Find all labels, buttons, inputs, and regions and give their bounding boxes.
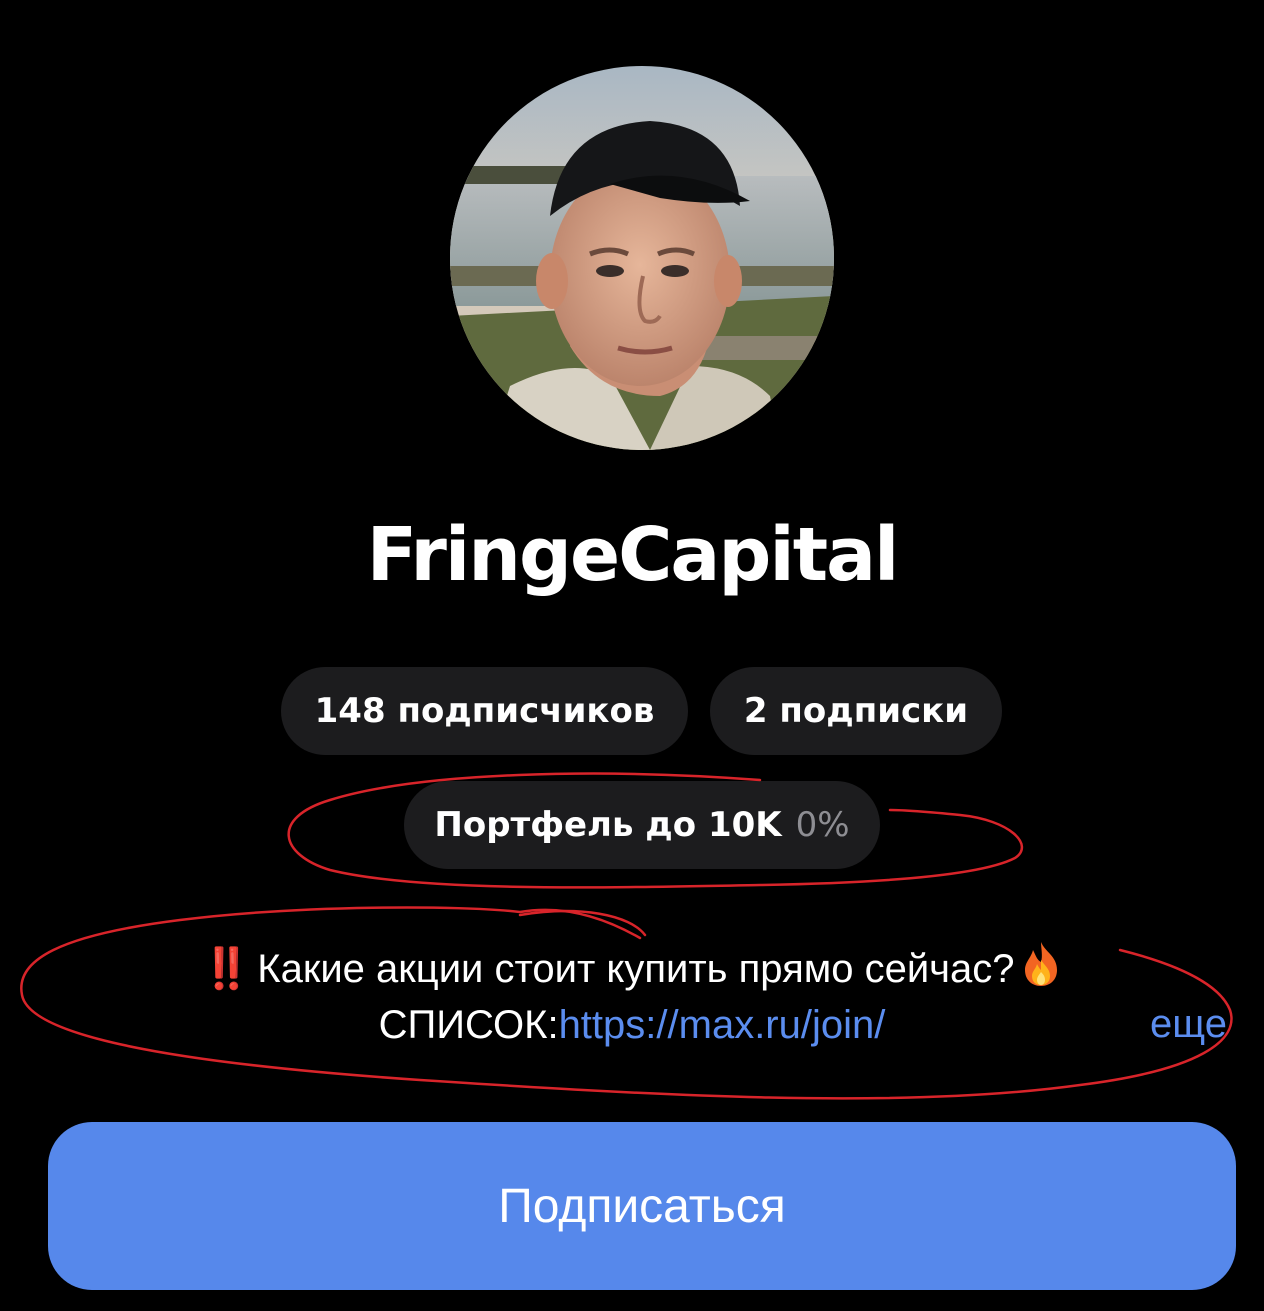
annotation-stroke — [518, 909, 647, 937]
avatar-photo — [450, 66, 834, 450]
bio-list-label: СПИСОК: — [378, 1003, 559, 1047]
portfolio-percent: 0% — [795, 805, 850, 845]
portfolio-pill[interactable]: Портфель до 10K 0% — [404, 781, 880, 869]
followers-pill[interactable]: 148 подписчиков — [281, 667, 688, 755]
bio-line-1: ‼️ Какие акции стоит купить прямо сейчас? — [0, 940, 1264, 997]
bio-link[interactable]: https://max.ru/join/ — [559, 1003, 886, 1047]
avatar[interactable] — [450, 66, 834, 450]
bio-headline: Какие акции стоит купить прямо сейчас? — [257, 947, 1015, 991]
double-exclamation-icon: ‼️ — [201, 947, 251, 991]
following-pill[interactable]: 2 подписки — [710, 667, 1002, 755]
fire-icon — [1019, 940, 1063, 988]
profile-name: FringeCapital — [366, 512, 900, 598]
bio-line-2: СПИСОК:https://max.ru/join/ — [0, 997, 1264, 1053]
portfolio-label: Портфель до 10K — [434, 805, 782, 845]
subscribe-button[interactable]: Подписаться — [48, 1122, 1236, 1290]
show-more-link[interactable]: еще — [1150, 996, 1227, 1052]
profile-bio: ‼️ Какие акции стоит купить прямо сейчас?… — [0, 940, 1264, 1053]
